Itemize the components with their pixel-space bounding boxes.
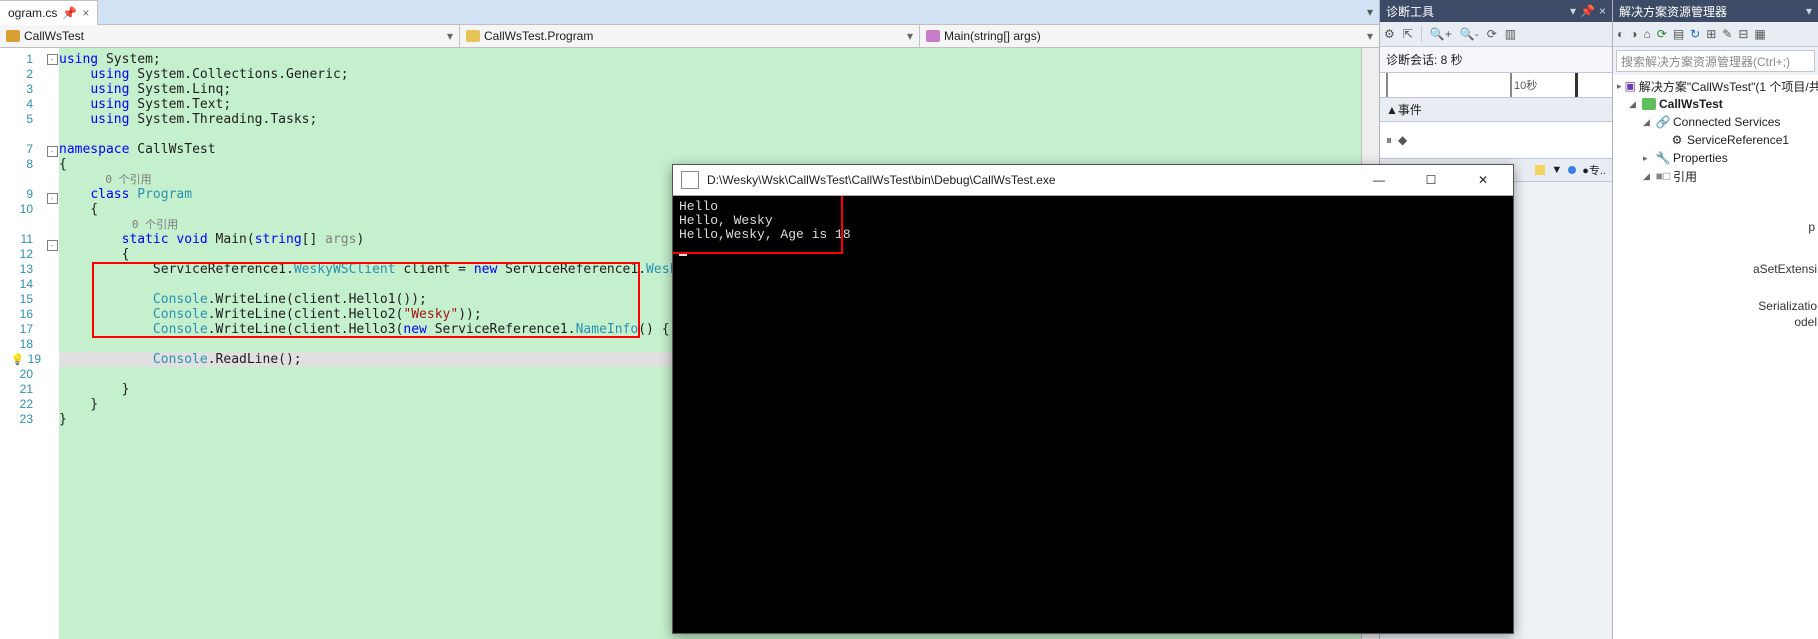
timeline-label-10s: 10秒 bbox=[1514, 77, 1537, 93]
solution-explorer-panel: 解决方案资源管理器 ▾ ◐ ◑ ⌂ ⟳ ▤ ↻ ⊞ ✎ ⊟ ▦ 搜索解决方案资源… bbox=[1612, 0, 1818, 639]
show-all-icon[interactable]: ⊞ bbox=[1706, 27, 1716, 41]
console-title-text: D:\Wesky\Wsk\CallWsTest\CallWsTest\bin\D… bbox=[707, 173, 1349, 187]
window-dropdown-icon[interactable]: ▾ bbox=[1806, 4, 1812, 18]
class-icon bbox=[466, 30, 480, 42]
properties-node[interactable]: ▸🔧 Properties bbox=[1613, 149, 1818, 167]
console-line: Hello,Wesky, Age is 18 bbox=[679, 228, 1507, 242]
service-icon: ⚙ bbox=[1670, 133, 1684, 147]
csproj-icon bbox=[1642, 97, 1656, 111]
maximize-button[interactable]: ☐ bbox=[1409, 166, 1453, 194]
collapse-icon[interactable]: ⊟ bbox=[1738, 27, 1748, 41]
diagnostics-toolbar: ⚙ ⇱ 🔍+ 🔍- ⟳ ▥ bbox=[1380, 22, 1612, 47]
connected-services-node[interactable]: ◢🔗 Connected Services bbox=[1613, 113, 1818, 131]
console-line: Hello, Wesky bbox=[679, 214, 1507, 228]
refresh-icon[interactable]: ↻ bbox=[1690, 27, 1700, 41]
back-icon[interactable]: ◐ bbox=[1617, 27, 1624, 41]
view-icon[interactable]: ▦ bbox=[1754, 27, 1765, 41]
home-icon[interactable]: ⌂ bbox=[1644, 27, 1651, 41]
solution-explorer-title-bar: 解决方案资源管理器 ▾ bbox=[1613, 0, 1818, 22]
connected-services-icon: 🔗 bbox=[1656, 115, 1670, 129]
pause-icon[interactable]: ⏸ bbox=[1386, 133, 1392, 148]
zoom-in-icon[interactable]: 🔍+ bbox=[1430, 27, 1452, 41]
timeline-mark-start bbox=[1386, 73, 1388, 97]
class-dropdown[interactable]: CallWsTest.Program ▾ bbox=[460, 25, 920, 47]
forward-icon[interactable]: ◑ bbox=[1630, 27, 1637, 41]
pin-icon[interactable]: 📌 bbox=[62, 6, 77, 20]
expand-icon[interactable]: ⇱ bbox=[1403, 27, 1413, 41]
navigation-bar: CallWsTest ▾ CallWsTest.Program ▾ Main(s… bbox=[0, 25, 1379, 48]
solution-search-input[interactable]: 搜索解决方案资源管理器(Ctrl+;) bbox=[1616, 50, 1815, 72]
panel-title-text: 解决方案资源管理器 bbox=[1619, 3, 1727, 20]
console-title-bar[interactable]: D:\Wesky\Wsk\CallWsTest\CallWsTest\bin\D… bbox=[673, 165, 1513, 196]
solution-icon: ▣ bbox=[1625, 79, 1636, 93]
events-chart: ⏸ ◆ bbox=[1380, 122, 1612, 159]
sync-icon[interactable]: ⟳ bbox=[1657, 27, 1667, 41]
marker-icon[interactable]: ◆ bbox=[1398, 133, 1407, 147]
chart-icon[interactable]: ▥ bbox=[1505, 27, 1516, 41]
tree-fragment: odel bbox=[1793, 314, 1818, 330]
tree-fragment: aSetExtensi bbox=[1752, 261, 1818, 277]
namespace-dropdown[interactable]: CallWsTest ▾ bbox=[0, 25, 460, 47]
app-icon bbox=[681, 171, 699, 189]
diagnostics-session-label: 诊断会话: 8 秒 bbox=[1380, 47, 1612, 73]
events-header[interactable]: ▲事件 bbox=[1380, 98, 1612, 122]
method-icon bbox=[926, 30, 940, 42]
close-icon[interactable]: × bbox=[1599, 4, 1606, 18]
solution-explorer-toolbar: ◐ ◑ ⌂ ⟳ ▤ ↻ ⊞ ✎ ⊟ ▦ bbox=[1613, 22, 1818, 47]
tab-program-cs[interactable]: ogram.cs 📌 × bbox=[0, 0, 98, 25]
minimize-button[interactable]: ― bbox=[1357, 166, 1401, 194]
chevron-down-icon: ▾ bbox=[907, 29, 913, 43]
references-icon: ■□ bbox=[1656, 169, 1670, 183]
console-cursor bbox=[679, 242, 1507, 256]
outline-margin[interactable]: ---- bbox=[45, 48, 59, 639]
references-node[interactable]: ◢■□ 引用 bbox=[1613, 167, 1818, 185]
console-window[interactable]: D:\Wesky\Wsk\CallWsTest\CallWsTest\bin\D… bbox=[672, 164, 1514, 634]
service-reference-node[interactable]: ⚙ ServiceReference1 bbox=[1613, 131, 1818, 149]
zoom-out-icon[interactable]: 🔍- bbox=[1460, 27, 1479, 41]
close-button[interactable]: ✕ bbox=[1461, 166, 1505, 194]
console-output: Hello Hello, Wesky Hello,Wesky, Age is 1… bbox=[673, 196, 1513, 633]
diagnostics-timeline[interactable]: 10秒 bbox=[1380, 73, 1612, 98]
chevron-down-icon: ▾ bbox=[447, 29, 453, 43]
snapshot-marker-icon bbox=[1568, 166, 1576, 174]
console-line: Hello bbox=[679, 200, 1507, 214]
tab-label: ogram.cs bbox=[8, 6, 57, 20]
solution-node[interactable]: ▸▣ 解决方案"CallWsTest"(1 个项目/共 1 个 bbox=[1613, 77, 1818, 95]
tree-fragment: Serializatio bbox=[1757, 298, 1818, 314]
save-icon[interactable]: ▤ bbox=[1673, 27, 1684, 41]
timeline-cursor bbox=[1575, 73, 1578, 97]
line-number-gutter: 12345789101112131415161718💡 1920212223 bbox=[0, 48, 45, 639]
project-node[interactable]: ◢ CallWsTest bbox=[1613, 95, 1818, 113]
window-dropdown-icon[interactable]: ▾ bbox=[1570, 4, 1576, 18]
gc-marker-icon bbox=[1535, 165, 1545, 175]
properties-icon[interactable]: ✎ bbox=[1722, 27, 1732, 41]
tab-overflow-icon[interactable]: ▾ bbox=[1361, 5, 1379, 19]
method-dropdown[interactable]: Main(string[] args) ▾ bbox=[920, 25, 1379, 47]
search-placeholder: 搜索解决方案资源管理器(Ctrl+;) bbox=[1621, 53, 1790, 70]
reset-zoom-icon[interactable]: ⟳ bbox=[1487, 27, 1497, 41]
document-tabs: ogram.cs 📌 × ▾ bbox=[0, 0, 1379, 25]
wrench-icon: 🔧 bbox=[1656, 151, 1670, 165]
diagnostics-title-bar: 诊断工具 ▾ 📌 × bbox=[1380, 0, 1612, 22]
panel-title-text: 诊断工具 bbox=[1386, 3, 1434, 20]
solution-tree[interactable]: ▸▣ 解决方案"CallWsTest"(1 个项目/共 1 个 ◢ CallWs… bbox=[1613, 75, 1818, 639]
chevron-down-icon: ▾ bbox=[1367, 29, 1373, 43]
close-icon[interactable]: × bbox=[82, 6, 89, 20]
timeline-mark-10s bbox=[1510, 73, 1512, 97]
settings-icon[interactable]: ⚙ bbox=[1384, 27, 1395, 41]
pin-icon[interactable]: 📌 bbox=[1580, 4, 1595, 18]
namespace-icon bbox=[6, 30, 20, 42]
tree-fragment: p bbox=[1805, 219, 1818, 235]
